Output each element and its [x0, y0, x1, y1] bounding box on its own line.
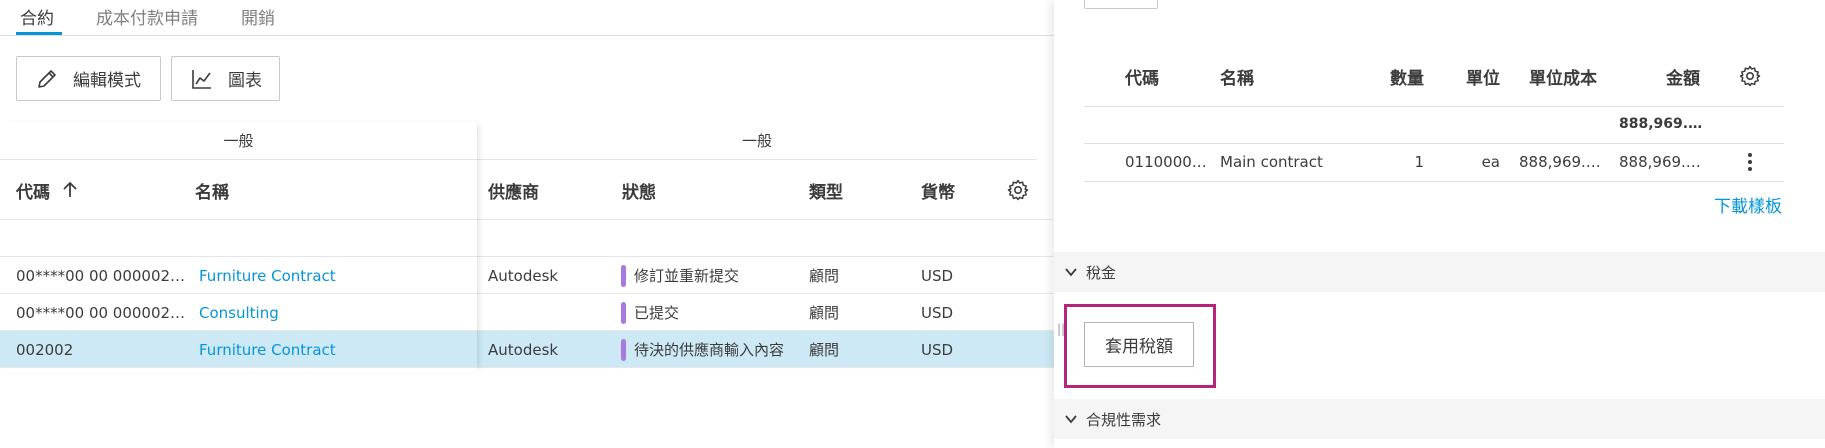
edit-mode-button[interactable]: 編輯模式	[16, 56, 161, 101]
cell-type: 顧問	[809, 341, 840, 359]
status-label: 已提交	[634, 304, 680, 322]
cell-code: 002002	[16, 340, 74, 359]
more-vertical-icon	[1748, 153, 1752, 171]
table-row[interactable]: 00****00 00 000002… Furniture Contract A…	[0, 257, 1054, 294]
column-header-code[interactable]: 代碼	[16, 160, 80, 220]
cell-currency: USD	[921, 303, 954, 322]
active-tab-indicator	[16, 32, 62, 35]
tax-section-title: 稅金	[1086, 263, 1117, 282]
compliance-section-title: 合規性需求	[1086, 410, 1162, 429]
gear-icon	[1007, 179, 1029, 201]
column-header-supplier[interactable]: 供應商	[488, 160, 539, 220]
apply-tax-button[interactable]: 套用稅額	[1084, 322, 1194, 367]
edit-mode-label: 編輯模式	[73, 71, 141, 91]
sort-ascending-icon	[63, 181, 77, 197]
chart-button[interactable]: 圖表	[171, 56, 280, 101]
column-header-currency[interactable]: 貨幣	[921, 160, 955, 220]
status-label: 修訂並重新提交	[634, 267, 740, 285]
column-header-code-label: 代碼	[16, 182, 50, 203]
chart-label: 圖表	[228, 71, 262, 91]
tax-section-header[interactable]: 稅金	[1054, 252, 1825, 292]
cell-status: 已提交	[621, 294, 679, 331]
line-item-name: Main contract	[1220, 153, 1323, 171]
column-group-header: 一般	[477, 122, 1037, 160]
status-indicator	[621, 264, 626, 287]
line-item-settings-button[interactable]	[1738, 52, 1762, 100]
line-item-header-unit-cost[interactable]: 單位成本	[1529, 52, 1597, 100]
line-item-amount: 888,969.…	[1619, 153, 1701, 171]
cell-currency: USD	[921, 266, 954, 285]
tab-expenses[interactable]: 開銷	[241, 4, 275, 29]
table-row-selected[interactable]: 002002 Furniture Contract Autodesk 待決的供應…	[0, 331, 1054, 368]
line-item-header-quantity[interactable]: 數量	[1364, 52, 1424, 100]
line-item-header-code[interactable]: 代碼	[1125, 52, 1159, 100]
column-header-name[interactable]: 名稱	[195, 160, 229, 220]
cell-currency: USD	[921, 340, 954, 359]
column-header-type[interactable]: 類型	[809, 160, 843, 220]
tab-contracts[interactable]: 合約	[20, 4, 54, 29]
status-indicator	[621, 338, 626, 361]
contract-name-link[interactable]: Furniture Contract	[199, 257, 336, 294]
line-item-unit-cost: 888,969.…	[1519, 153, 1601, 171]
contract-name-link[interactable]: Furniture Contract	[199, 331, 336, 368]
cell-type: 顧問	[809, 304, 840, 322]
line-items-total-amount: 888,969.…	[1619, 116, 1703, 132]
gear-icon	[1739, 65, 1761, 87]
chevron-down-icon	[1065, 268, 1077, 277]
pencil-icon	[38, 69, 56, 88]
tab-bar: 合約 成本付款申請 開銷	[0, 0, 1054, 36]
line-item-header-unit[interactable]: 單位	[1454, 52, 1500, 100]
cell-type: 顧問	[809, 267, 840, 285]
cell-supplier: Autodesk	[488, 340, 559, 359]
panel-top-button[interactable]	[1084, 0, 1158, 9]
app-root: 合約 成本付款申請 開銷 編輯模式 圖表 一般 一般 代碼 名稱 供應商 狀態 …	[0, 0, 1825, 448]
line-chart-icon	[192, 69, 211, 89]
line-item-header-amount[interactable]: 金額	[1654, 52, 1700, 100]
tab-cost-payment-applications[interactable]: 成本付款申請	[96, 4, 198, 29]
filter-row	[0, 220, 1054, 257]
cell-code: 00****00 00 000002…	[16, 266, 186, 285]
status-label: 待決的供應商輸入內容	[634, 341, 785, 359]
status-indicator	[621, 301, 626, 324]
contract-name-link[interactable]: Consulting	[199, 294, 279, 331]
contract-detail-panel: 代碼 名稱 數量 單位 單位成本 金額 888,969.… 0110000… M…	[1054, 0, 1825, 448]
download-template-link[interactable]: 下載樣板	[1714, 186, 1782, 222]
column-header-status[interactable]: 狀態	[622, 160, 656, 220]
chevron-down-icon	[1065, 415, 1077, 424]
cell-code: 00****00 00 000002…	[16, 303, 186, 322]
cell-status: 待決的供應商輸入內容	[621, 331, 784, 368]
line-item-unit: ea	[1481, 153, 1500, 171]
contracts-table: 一般 一般 代碼 名稱 供應商 狀態 類型 貨幣 00****00 00 000…	[0, 122, 1054, 372]
column-settings-button[interactable]	[1006, 160, 1030, 220]
line-item-code: 0110000…	[1125, 153, 1207, 171]
line-item-header-name[interactable]: 名稱	[1220, 52, 1254, 100]
line-item-quantity: 1	[1414, 153, 1424, 171]
table-row[interactable]: 00****00 00 000002… Consulting 已提交 顧問 US…	[0, 294, 1054, 331]
download-template-label: 下載樣板	[1714, 196, 1782, 217]
compliance-section-header[interactable]: 合規性需求	[1054, 399, 1825, 439]
line-item-more-button[interactable]	[1740, 144, 1760, 180]
cell-supplier: Autodesk	[488, 266, 559, 285]
column-group-header: 一般	[0, 122, 477, 160]
line-items-row-divider	[1084, 181, 1784, 182]
cell-status: 修訂並重新提交	[621, 257, 739, 294]
